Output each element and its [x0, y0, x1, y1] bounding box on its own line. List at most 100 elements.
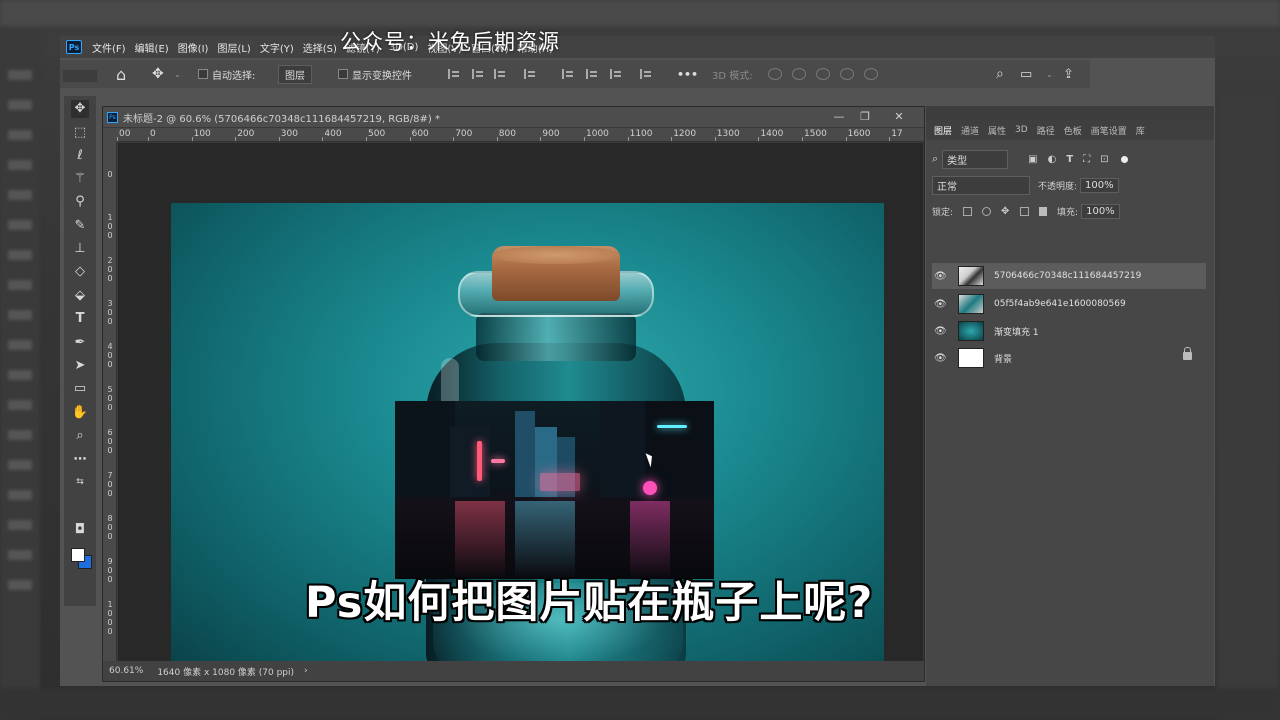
- eye-icon[interactable]: 👁: [934, 326, 947, 337]
- menu-file[interactable]: 文件(F): [92, 40, 126, 55]
- type-tool-icon[interactable]: T: [71, 310, 89, 328]
- horizontal-ruler[interactable]: 00 0 100 200 300 400 500 600 700 800 900 1000 1100 12…: [117, 128, 924, 142]
- zoom-level[interactable]: 60.61%: [109, 666, 143, 676]
- menu-type[interactable]: 文字(Y): [260, 40, 294, 55]
- eraser-tool-icon[interactable]: ◇: [71, 263, 89, 281]
- lock-all-icon[interactable]: [1039, 206, 1048, 216]
- swap-colors-icon[interactable]: ⇆: [71, 473, 89, 491]
- scale-3d-icon[interactable]: [864, 68, 878, 80]
- city-image-layer[interactable]: [395, 401, 714, 579]
- auto-select-checkbox[interactable]: [198, 69, 208, 79]
- tab-3d[interactable]: 3D: [1015, 125, 1028, 135]
- align-middle-icon[interactable]: [586, 69, 598, 79]
- align-center-icon[interactable]: [472, 69, 484, 79]
- restore-button[interactable]: ❐: [855, 107, 875, 127]
- lock-row: 锁定: ✥ 填充: 100%: [932, 201, 1120, 221]
- auto-select-option[interactable]: 自动选择:: [198, 60, 255, 88]
- show-transform-option[interactable]: 显示变换控件: [338, 60, 412, 88]
- tab-paths[interactable]: 路径: [1037, 124, 1055, 137]
- layer-row-gradient-fill[interactable]: 👁 渐变填充 1: [932, 318, 1206, 344]
- slide-3d-icon[interactable]: [840, 68, 854, 80]
- move-tool-icon[interactable]: ✥: [71, 100, 89, 118]
- opacity-input[interactable]: 100%: [1080, 177, 1119, 193]
- document-tab[interactable]: Ps 未标题-2 @ 60.6% (5706466c70348c11168445…: [103, 107, 924, 127]
- vertical-ruler[interactable]: 0 1 0 0 2 0 0 3 0 0 4 0 0 5 0 0 6 0 0 7 0 0 8 0 …: [103, 142, 117, 662]
- menu-select[interactable]: 选择(S): [303, 40, 337, 55]
- chevron-down-icon[interactable]: ⌄: [174, 60, 181, 88]
- layer-row-bottle[interactable]: 👁 05f5f4ab9e641e1600080569: [932, 291, 1206, 317]
- ruler-v-label: 2 0 0: [107, 256, 113, 283]
- search-icon[interactable]: ⌕: [996, 60, 1004, 88]
- eye-icon[interactable]: 👁: [934, 353, 947, 364]
- eye-icon[interactable]: 👁: [934, 271, 947, 282]
- ruler-h-tick: [627, 137, 629, 141]
- zoom-tool-icon[interactable]: ⌕: [71, 427, 89, 445]
- minimize-button[interactable]: —: [829, 107, 849, 127]
- tab-layers[interactable]: 图层: [934, 124, 952, 137]
- workspace-icon[interactable]: ▭: [1020, 60, 1032, 88]
- rectangle-tool-icon[interactable]: ▭: [71, 380, 89, 398]
- ruler-h-tick: [802, 137, 803, 141]
- pan-3d-icon[interactable]: [816, 68, 830, 80]
- lasso-tool-icon[interactable]: ℓ: [71, 147, 89, 165]
- tab-channels[interactable]: 通道: [961, 124, 979, 137]
- share-icon[interactable]: ⇪: [1063, 60, 1074, 88]
- adjustment-filter-icon[interactable]: ◐: [1048, 154, 1057, 165]
- tab-brush-settings[interactable]: 画笔设置: [1091, 124, 1127, 137]
- stamp-tool-icon[interactable]: ⊥: [71, 240, 89, 258]
- hand-tool-icon[interactable]: ✋: [71, 404, 89, 422]
- close-document-button[interactable]: ✕: [889, 107, 909, 127]
- align-left-icon[interactable]: [448, 69, 460, 79]
- paint-bucket-tool-icon[interactable]: ⬙: [71, 287, 89, 305]
- eye-icon[interactable]: 👁: [934, 299, 947, 310]
- tab-libraries[interactable]: 库: [1136, 124, 1145, 137]
- pen-tool-icon[interactable]: ✒: [71, 334, 89, 352]
- status-more-arrow[interactable]: ›: [304, 666, 308, 676]
- tab-swatches[interactable]: 色板: [1064, 124, 1082, 137]
- lock-transparent-icon[interactable]: [963, 206, 973, 216]
- layer-row-city[interactable]: 👁 5706466c70348c111684457219: [932, 263, 1206, 289]
- roll-3d-icon[interactable]: [792, 68, 806, 80]
- ruler-h-label: 200: [237, 129, 255, 139]
- align-right-icon[interactable]: [494, 69, 506, 79]
- opacity-label: 不透明度:: [1038, 181, 1078, 192]
- filter-toggle-icon[interactable]: [1120, 155, 1128, 163]
- lock-pixels-icon[interactable]: [982, 206, 992, 216]
- menu-layer[interactable]: 图层(L): [217, 40, 250, 55]
- layer-filter-dropdown[interactable]: 类型: [942, 149, 1009, 169]
- document-size-info: 1640 像素 x 1080 像素 (70 ppi): [157, 667, 295, 678]
- workspace-chevron-icon[interactable]: ⌄: [1046, 60, 1053, 88]
- type-filter-icon[interactable]: T: [1066, 154, 1073, 165]
- distribute-vertical-icon[interactable]: [640, 69, 652, 79]
- magic-wand-tool-icon[interactable]: ⚚: [71, 170, 89, 188]
- shape-filter-icon[interactable]: ⛶: [1083, 154, 1090, 165]
- brush-tool-icon[interactable]: ✎: [71, 217, 89, 235]
- ruler-h-tick: [453, 137, 455, 141]
- distribute-icon[interactable]: [524, 69, 536, 79]
- orbit-3d-icon[interactable]: [768, 68, 782, 80]
- more-options-icon[interactable]: •••: [677, 60, 698, 88]
- blend-mode-dropdown[interactable]: 正常: [932, 175, 1030, 195]
- path-select-tool-icon[interactable]: ➤: [71, 357, 89, 375]
- menu-image[interactable]: 图像(I): [178, 40, 209, 55]
- layer-row-background[interactable]: 👁 背景: [932, 345, 1206, 371]
- more-tools-icon[interactable]: ⋯: [71, 451, 89, 469]
- smart-object-filter-icon[interactable]: ⊡: [1100, 154, 1108, 165]
- auto-select-dropdown[interactable]: 图层: [278, 60, 312, 88]
- move-tool-icon[interactable]: ✥: [152, 60, 164, 88]
- ruler-v-label: 6 0 0: [107, 428, 113, 455]
- align-top-icon[interactable]: [562, 69, 574, 79]
- quick-mask-icon[interactable]: ◘: [71, 521, 89, 539]
- fill-input[interactable]: 100%: [1081, 203, 1120, 219]
- marquee-tool-icon[interactable]: ⬚: [71, 124, 89, 142]
- tab-properties[interactable]: 属性: [988, 124, 1006, 137]
- foreground-color-swatch[interactable]: [71, 548, 85, 562]
- home-icon[interactable]: ⌂: [116, 60, 126, 88]
- show-transform-checkbox[interactable]: [338, 69, 348, 79]
- align-bottom-icon[interactable]: [610, 69, 622, 79]
- image-filter-icon[interactable]: ▣: [1028, 154, 1037, 165]
- lock-position-icon[interactable]: ✥: [1001, 206, 1010, 216]
- lock-artboard-icon[interactable]: [1020, 206, 1030, 216]
- eyedropper-tool-icon[interactable]: ⚲: [71, 193, 89, 211]
- menu-edit[interactable]: 编辑(E): [135, 40, 169, 55]
